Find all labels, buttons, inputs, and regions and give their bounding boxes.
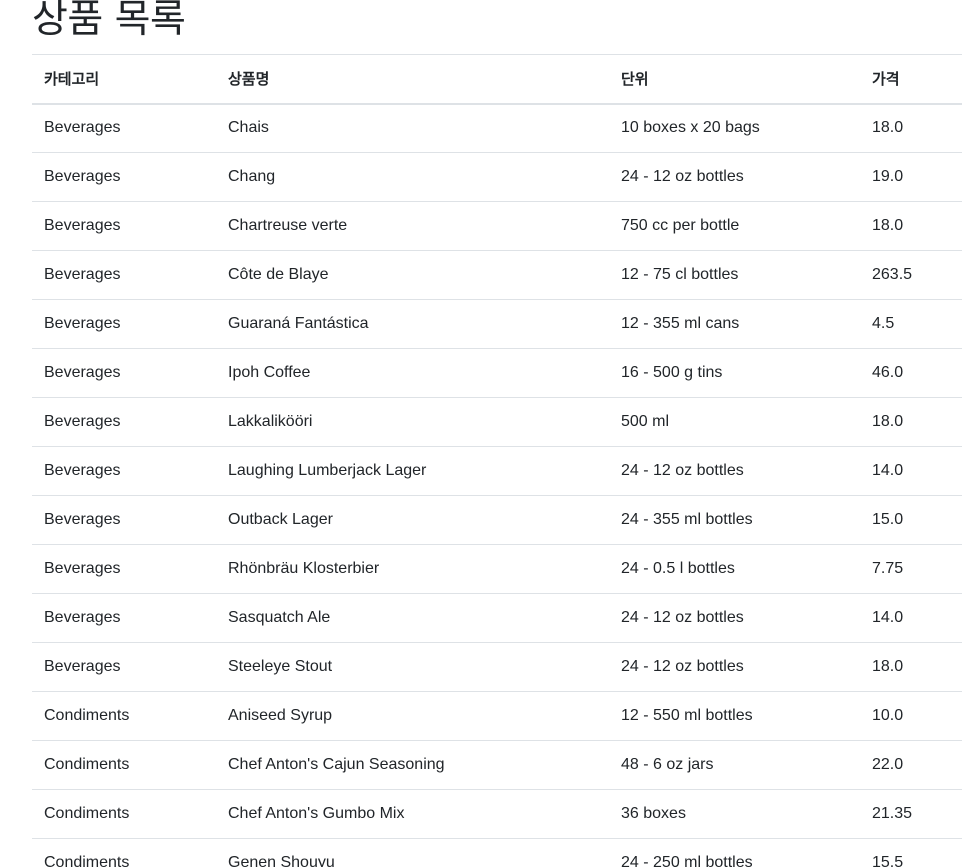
cell-unit: 24 - 12 oz bottles <box>621 168 744 185</box>
table-body: Beverages Chais 10 boxes x 20 bags 18.0 Beve… <box>32 104 962 867</box>
product-table: 카테고리 상품명 단위 가격 Beverages Chais 10 boxes x … <box>32 54 962 867</box>
cell-unit: 12 - 550 ml bottles <box>621 707 753 724</box>
cell-product-name: Rhönbräu Klosterbier <box>228 560 380 577</box>
table-header: 카테고리 상품명 단위 가격 <box>32 54 962 104</box>
cell-product-name: Côte de Blaye <box>228 266 329 283</box>
cell-unit: 10 boxes x 20 bags <box>621 119 760 137</box>
cell-unit: 36 boxes <box>621 805 686 822</box>
cell-price: 7.75 <box>872 560 904 577</box>
table-row: Beverages Chais 10 boxes x 20 bags 18.0 <box>32 104 962 153</box>
cell-category: Beverages <box>44 168 121 185</box>
table-row: Beverages Sasquatch Ale 24 - 12 oz bottles… <box>32 594 962 643</box>
cell-product-name: Aniseed Syrup <box>228 707 333 724</box>
cell-category: Beverages <box>44 560 121 577</box>
cell-category: Beverages <box>44 119 121 137</box>
cell-category: Beverages <box>44 266 121 283</box>
cell-price: 19.0 <box>872 168 904 185</box>
cell-price: 15.0 <box>872 511 904 528</box>
cell-category: Beverages <box>44 315 121 332</box>
cell-unit: 750 cc per bottle <box>621 217 740 234</box>
cell-category: Beverages <box>44 413 121 430</box>
header-product-name: 상품명 <box>228 70 270 89</box>
table-row: Beverages Rhönbräu Klosterbier 24 - 0.5 l … <box>32 545 962 594</box>
cell-price: 18.0 <box>872 119 904 137</box>
cell-price: 263.5 <box>872 266 913 283</box>
cell-product-name: Lakkalikööri <box>228 413 313 430</box>
table-row: Beverages Laughing Lumberjack Lager 24 - 1… <box>32 447 962 496</box>
cell-product-name: Chef Anton's Cajun Seasoning <box>228 756 445 773</box>
table-row: Condiments Chef Anton's Gumbo Mix 36 boxes… <box>32 790 962 839</box>
product-list-page: 상품 목록 카테고리 상품명 단위 가격 Beverages Chais 10 bo… <box>0 0 979 867</box>
cell-unit: 24 - 12 oz bottles <box>621 609 744 626</box>
cell-category: Condiments <box>44 854 130 867</box>
cell-category: Beverages <box>44 511 121 528</box>
cell-product-name: Laughing Lumberjack Lager <box>228 462 427 479</box>
cell-category: Beverages <box>44 462 121 479</box>
cell-unit: 12 - 355 ml cans <box>621 315 740 332</box>
table-row: Beverages Côte de Blaye 12 - 75 cl bottles… <box>32 251 962 300</box>
table-row: Condiments Genen Shouyu 24 - 250 ml bottle… <box>32 839 962 867</box>
cell-price: 4.5 <box>872 315 895 332</box>
cell-unit: 12 - 75 cl bottles <box>621 266 739 283</box>
table-row: Condiments Chef Anton's Cajun Seasoning 48… <box>32 741 962 790</box>
cell-category: Beverages <box>44 217 121 234</box>
cell-unit: 48 - 6 oz jars <box>621 756 714 773</box>
cell-unit: 24 - 12 oz bottles <box>621 462 744 479</box>
cell-unit: 500 ml <box>621 413 670 430</box>
table-row: Beverages Steeleye Stout 24 - 12 oz bottle… <box>32 643 962 692</box>
cell-product-name: Ipoh Coffee <box>228 364 311 381</box>
cell-category: Beverages <box>44 658 121 675</box>
cell-category: Condiments <box>44 756 130 773</box>
cell-price: 14.0 <box>872 462 904 479</box>
cell-unit: 16 - 500 g tins <box>621 364 723 381</box>
cell-product-name: Chang <box>228 168 276 185</box>
product-table-container: 카테고리 상품명 단위 가격 Beverages Chais 10 boxes x … <box>32 54 962 867</box>
cell-price: 22.0 <box>872 756 904 773</box>
cell-category: Condiments <box>44 707 130 724</box>
cell-product-name: Guaraná Fantástica <box>228 315 369 332</box>
header-price: 가격 <box>872 70 900 89</box>
table-header-row: 카테고리 상품명 단위 가격 <box>32 54 962 104</box>
cell-product-name: Sasquatch Ale <box>228 609 331 626</box>
header-unit: 단위 <box>621 70 649 89</box>
table-row: Beverages Chang 24 - 12 oz bottles 19.0 <box>32 153 962 202</box>
cell-unit: 24 - 12 oz bottles <box>621 658 744 675</box>
page-title: 상품 목록 <box>32 0 186 42</box>
cell-product-name: Outback Lager <box>228 511 333 528</box>
cell-price: 46.0 <box>872 364 904 381</box>
cell-category: Beverages <box>44 364 121 381</box>
cell-price: 15.5 <box>872 854 904 867</box>
cell-price: 10.0 <box>872 707 904 724</box>
cell-product-name: Chartreuse verte <box>228 217 348 234</box>
cell-price: 18.0 <box>872 413 904 430</box>
header-category: 카테고리 <box>44 70 100 89</box>
cell-product-name: Steeleye Stout <box>228 658 333 675</box>
cell-price: 14.0 <box>872 609 904 626</box>
cell-category: Condiments <box>44 805 130 822</box>
cell-category: Beverages <box>44 609 121 626</box>
cell-price: 21.35 <box>872 805 913 822</box>
table-row: Beverages Outback Lager 24 - 355 ml bottle… <box>32 496 962 545</box>
cell-price: 18.0 <box>872 658 904 675</box>
table-row: Beverages Guaraná Fantástica 12 - 355 ml c… <box>32 300 962 349</box>
cell-unit: 24 - 0.5 l bottles <box>621 560 735 577</box>
table-row: Beverages Lakkalikööri 500 ml 18.0 <box>32 398 962 447</box>
cell-price: 18.0 <box>872 217 904 234</box>
cell-product-name: Genen Shouyu <box>228 854 335 867</box>
table-row: Condiments Aniseed Syrup 12 - 550 ml bottl… <box>32 692 962 741</box>
cell-unit: 24 - 250 ml bottles <box>621 854 753 867</box>
cell-product-name: Chef Anton's Gumbo Mix <box>228 805 405 822</box>
cell-product-name: Chais <box>228 119 269 137</box>
cell-unit: 24 - 355 ml bottles <box>621 511 753 528</box>
table-row: Beverages Ipoh Coffee 16 - 500 g tins 46.0 <box>32 349 962 398</box>
table-row: Beverages Chartreuse verte 750 cc per bott… <box>32 202 962 251</box>
